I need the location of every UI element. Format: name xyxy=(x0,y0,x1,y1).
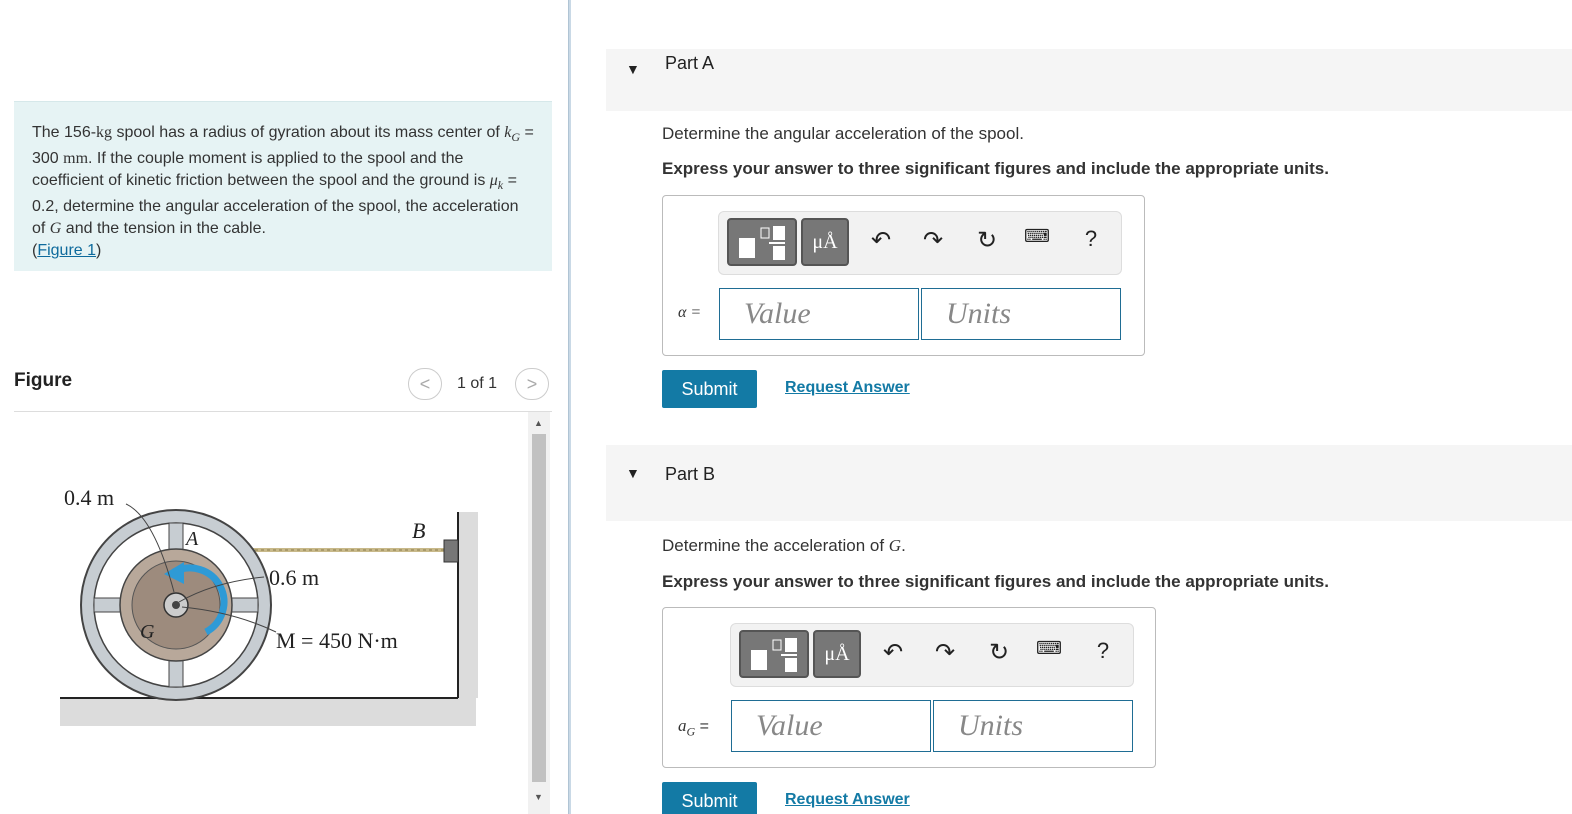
keyboard-icon[interactable]: ⌨ xyxy=(1035,638,1063,659)
part-a-toolbar: μÅ ↶ ↷ ↻ ⌨ ? xyxy=(718,211,1122,275)
figure-pager: 1 of 1 xyxy=(457,375,498,392)
label-moment: M = 450 N·m xyxy=(276,628,398,653)
templates-button[interactable] xyxy=(739,630,809,678)
part-a-value-input[interactable]: Value xyxy=(719,288,919,340)
part-b-header[interactable]: ▼ Part B xyxy=(606,445,1572,521)
prev-figure-button[interactable]: < xyxy=(408,368,442,400)
reset-icon[interactable]: ↻ xyxy=(973,226,1001,255)
part-b-value-input[interactable]: Value xyxy=(731,700,931,752)
redo-icon[interactable]: ↷ xyxy=(931,638,959,667)
part-b-instruction: Express your answer to three significant… xyxy=(662,572,1329,591)
part-b-label: aG = xyxy=(678,716,709,739)
collapse-caret-icon[interactable]: ▼ xyxy=(626,465,640,481)
label-a: A xyxy=(184,528,199,550)
label-r-outer: 0.4 m xyxy=(64,485,114,510)
ground xyxy=(60,698,476,726)
part-b-submit-button[interactable]: Submit xyxy=(662,782,757,814)
anchor-b xyxy=(443,539,459,563)
part-b-toolbar: μÅ ↶ ↷ ↻ ⌨ ? xyxy=(730,623,1134,687)
part-a-header[interactable]: ▼ Part A xyxy=(606,49,1572,111)
part-a-instruction: Express your answer to three significant… xyxy=(662,159,1329,178)
scroll-thumb[interactable] xyxy=(532,434,546,782)
label-b: B xyxy=(412,518,425,543)
redo-icon[interactable]: ↷ xyxy=(919,226,947,255)
part-a-answer-box: μÅ ↶ ↷ ↻ ⌨ ? α = Value Units xyxy=(662,195,1145,356)
figure-header: Figure < 1 of 1 > xyxy=(14,368,552,412)
part-b-question: Determine the acceleration of G. xyxy=(662,536,906,555)
figure-title: Figure xyxy=(14,370,73,391)
next-figure-button[interactable]: > xyxy=(515,368,549,400)
label-g: G xyxy=(140,621,155,643)
spool-figure: 0.4 m 0.6 m A B G M = 450 N·m xyxy=(14,412,528,814)
help-icon[interactable]: ? xyxy=(1077,226,1105,252)
panel-divider[interactable] xyxy=(568,0,571,814)
collapse-caret-icon[interactable]: ▼ xyxy=(626,61,640,77)
part-b-units-input[interactable]: Units xyxy=(933,700,1133,752)
scroll-up-arrow[interactable]: ▲ xyxy=(534,418,543,428)
units-symbols-button[interactable]: μÅ xyxy=(801,218,849,266)
wall xyxy=(458,512,478,698)
part-a-units-input[interactable]: Units xyxy=(921,288,1121,340)
templates-icon xyxy=(751,638,797,672)
part-a-title: Part A xyxy=(665,53,715,73)
part-b-answer-box: μÅ ↶ ↷ ↻ ⌨ ? aG = Value Units xyxy=(662,607,1156,768)
figure-scrollbar[interactable]: ▲ ▼ xyxy=(528,412,550,814)
left-panel: The 156-kg spool has a radius of gyratio… xyxy=(0,0,568,814)
problem-statement: The 156-kg spool has a radius of gyratio… xyxy=(14,101,552,271)
help-icon[interactable]: ? xyxy=(1089,638,1117,664)
part-a-question: Determine the angular acceleration of th… xyxy=(662,124,1024,143)
part-a-label: α = xyxy=(678,304,702,321)
part-b-title: Part B xyxy=(665,464,716,484)
scroll-down-arrow[interactable]: ▼ xyxy=(534,792,543,802)
label-r-inner: 0.6 m xyxy=(269,565,319,590)
keyboard-icon[interactable]: ⌨ xyxy=(1023,226,1051,247)
part-a-request-answer-link[interactable]: Request Answer xyxy=(785,379,910,397)
part-b-request-answer-link[interactable]: Request Answer xyxy=(785,791,910,809)
templates-icon xyxy=(739,226,785,260)
spool-diagram: 0.4 m 0.6 m A B G M = 450 N·m xyxy=(60,485,478,726)
figure-link[interactable]: Figure 1 xyxy=(37,242,96,259)
reset-icon[interactable]: ↻ xyxy=(985,638,1013,667)
undo-icon[interactable]: ↶ xyxy=(879,638,907,667)
units-symbols-button[interactable]: μÅ xyxy=(813,630,861,678)
undo-icon[interactable]: ↶ xyxy=(867,226,895,255)
part-a-submit-button[interactable]: Submit xyxy=(662,370,757,408)
templates-button[interactable] xyxy=(727,218,797,266)
